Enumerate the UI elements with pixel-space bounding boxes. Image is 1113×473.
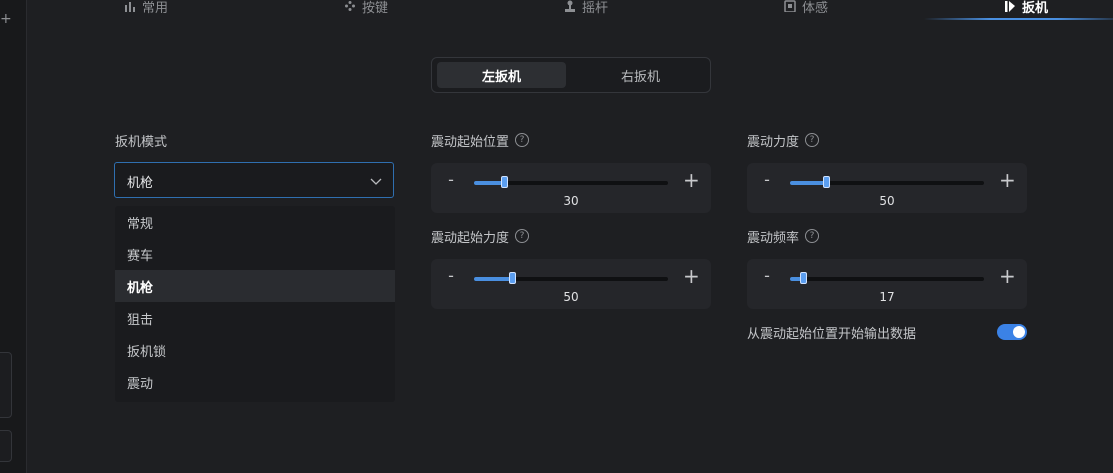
option-normal[interactable]: 常规 — [115, 206, 395, 238]
rail-panel-small[interactable] — [0, 430, 12, 462]
slider-value: 50 — [563, 290, 579, 304]
start-strength-slider-card: - + 50 — [431, 259, 711, 309]
output-toggle-label: 从震动起始位置开始输出数据 — [747, 327, 917, 342]
trigger-side-switch: 左扳机 右扳机 — [431, 57, 711, 93]
increase-button[interactable]: + — [683, 170, 700, 190]
chevron-down-icon — [370, 178, 382, 185]
option-sniper[interactable]: 狙击 — [115, 302, 395, 334]
slider-thumb[interactable] — [799, 272, 807, 284]
tab-motion[interactable]: 体感 — [706, 0, 906, 19]
trigger-mode-select[interactable]: 机枪 — [114, 162, 394, 198]
trigger-mode-dropdown: 常规 赛车 机枪 狙击 扳机锁 震动 — [115, 206, 395, 402]
tab-label: 摇杆 — [581, 0, 608, 16]
joystick-icon — [564, 0, 575, 12]
increase-button[interactable]: + — [999, 266, 1016, 286]
start-position-label: 震动起始位置 ? — [431, 131, 530, 150]
label-text: 震动频率 — [747, 230, 800, 246]
option-racing[interactable]: 赛车 — [115, 238, 395, 270]
trigger-mode-label: 扳机模式 — [115, 131, 168, 150]
decrease-button[interactable]: - — [761, 172, 773, 188]
tab-trigger[interactable]: 扳机 — [926, 0, 1113, 19]
tab-label: 扳机 — [1021, 0, 1048, 16]
option-vibration[interactable]: 震动 — [115, 366, 395, 398]
help-icon[interactable]: ? — [805, 133, 820, 147]
tab-label: 按键 — [361, 0, 388, 16]
gamepad-icon — [344, 1, 355, 11]
slider-value: 30 — [563, 194, 579, 208]
help-icon[interactable]: ? — [805, 229, 820, 243]
slider-thumb[interactable] — [501, 176, 509, 188]
slider-track[interactable] — [790, 176, 984, 188]
strength-slider-card: - + 50 — [747, 163, 1027, 213]
start-position-slider-card: - + 30 — [431, 163, 711, 213]
label-text: 震动起始位置 — [431, 134, 510, 150]
top-nav: 常用 按键 摇杆 体感 扳机 — [26, 0, 1113, 21]
trigger-icon — [1004, 1, 1015, 12]
tab-label: 常用 — [141, 0, 168, 16]
slider-value: 50 — [879, 194, 895, 208]
decrease-button[interactable]: - — [445, 172, 457, 188]
tab-common[interactable]: 常用 — [46, 0, 246, 19]
label-text: 震动起始力度 — [431, 230, 510, 246]
select-value: 机枪 — [127, 176, 154, 191]
app-root: + 常用 按键 摇杆 体感 扳机 左扳机 右扳机 扳机模式 机枪 常规 赛车 机… — [0, 0, 1113, 473]
frequency-slider-card: - + 17 — [747, 259, 1027, 309]
increase-button[interactable]: + — [683, 266, 700, 286]
option-machine-gun[interactable]: 机枪 — [115, 270, 395, 302]
slider-value: 17 — [879, 290, 895, 304]
help-icon[interactable]: ? — [515, 229, 530, 243]
tab-joystick[interactable]: 摇杆 — [486, 0, 686, 19]
left-trigger-button[interactable]: 左扳机 — [437, 62, 566, 88]
tab-buttons[interactable]: 按键 — [266, 0, 466, 19]
label-text: 震动力度 — [747, 134, 800, 150]
rail-panel[interactable] — [0, 352, 12, 418]
increase-button[interactable]: + — [999, 170, 1016, 190]
start-strength-label: 震动起始力度 ? — [431, 227, 530, 246]
slider-thumb[interactable] — [822, 176, 830, 188]
decrease-button[interactable]: - — [445, 268, 457, 284]
option-trigger-lock[interactable]: 扳机锁 — [115, 334, 395, 366]
active-tab-indicator — [924, 18, 1113, 20]
add-icon[interactable]: + — [0, 12, 12, 26]
motion-icon — [784, 0, 796, 12]
decrease-button[interactable]: - — [761, 268, 773, 284]
tab-label: 体感 — [801, 0, 828, 16]
slider-track[interactable] — [790, 272, 984, 284]
left-rail: + — [0, 0, 27, 473]
strength-label: 震动力度 ? — [747, 131, 820, 150]
slider-track[interactable] — [474, 176, 668, 188]
toggle-knob — [1013, 326, 1025, 338]
slider-fill — [790, 181, 827, 185]
slider-fill — [474, 277, 513, 281]
help-icon[interactable]: ? — [515, 133, 530, 147]
frequency-label: 震动频率 ? — [747, 227, 820, 246]
right-trigger-button[interactable]: 右扳机 — [576, 62, 705, 88]
label-text: 扳机模式 — [115, 134, 168, 150]
slider-track[interactable] — [474, 272, 668, 284]
output-toggle[interactable] — [997, 324, 1027, 340]
slider-thumb[interactable] — [508, 272, 516, 284]
bar-chart-icon — [124, 2, 135, 12]
